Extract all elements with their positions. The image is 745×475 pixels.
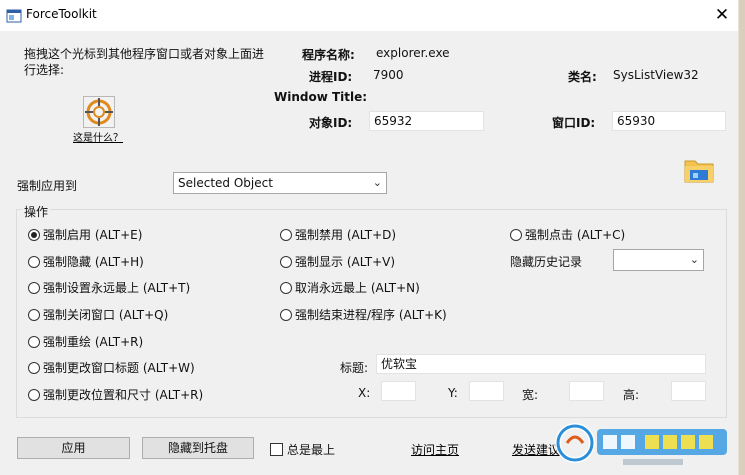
folder-icon[interactable]: [684, 157, 714, 183]
radio-force-redraw[interactable]: 强制重绘 (ALT+R): [28, 333, 143, 350]
title-input[interactable]: 优软宝: [376, 354, 706, 374]
window-title: ForceToolkit: [26, 7, 97, 21]
process-id-label: 进程ID:: [309, 70, 353, 84]
title-label: 标题:: [340, 361, 369, 375]
program-name-value: explorer.exe: [376, 46, 450, 60]
drag-instruction-text: 拖拽这个光标到其他程序窗口或者对象上面进行选择:: [24, 47, 265, 77]
crosshair-target-icon: [85, 98, 113, 126]
process-id-value: 7900: [373, 68, 404, 82]
program-name-label: 程序名称:: [302, 48, 355, 62]
hide-history-select[interactable]: ⌄: [613, 249, 704, 271]
site-watermark-logo: [555, 423, 727, 465]
apply-to-selected: Selected Object: [178, 176, 273, 190]
window-id-field[interactable]: 65930: [612, 111, 726, 131]
y-input[interactable]: [469, 381, 504, 401]
class-name-label: 类名:: [568, 70, 597, 84]
visit-homepage-link[interactable]: 访问主页: [411, 441, 459, 458]
width-input[interactable]: [569, 381, 604, 401]
window-id-label: 窗口ID:: [552, 116, 596, 130]
radio-force-change-title[interactable]: 强制更改窗口标题 (ALT+W): [28, 359, 195, 376]
radio-circle-selected: [28, 228, 40, 241]
operations-group-title: 操作: [22, 203, 51, 220]
width-label: 宽:: [522, 388, 539, 402]
crosshair-drag-handle[interactable]: [83, 96, 115, 128]
apply-to-select[interactable]: Selected Object ⌄: [173, 172, 387, 194]
object-id-label: 对象ID:: [309, 116, 353, 130]
radio-circle: [28, 361, 40, 374]
dialog-client-area: 拖拽这个光标到其他程序窗口或者对象上面进行选择: 这是什么？ 程序名称: exp…: [0, 31, 738, 475]
radio-force-disable[interactable]: 强制禁用 (ALT+D): [280, 226, 396, 243]
apply-to-label: 强制应用到: [17, 179, 78, 193]
always-on-top-checkbox[interactable]: 总是最上: [270, 441, 335, 458]
radio-force-kill-process[interactable]: 强制结束进程/程序 (ALT+K): [280, 306, 447, 323]
class-name-value: SysListView32: [613, 68, 699, 82]
forcetoolkit-window: ForceToolkit ✕ 拖拽这个光标到其他程序窗口或者对象上面进行选择: …: [0, 0, 738, 475]
title-bar[interactable]: ForceToolkit ✕: [0, 0, 738, 31]
chevron-down-icon: ⌄: [689, 253, 699, 266]
radio-force-show[interactable]: 强制显示 (ALT+V): [280, 253, 395, 270]
radio-circle: [510, 228, 522, 241]
radio-circle: [28, 388, 40, 401]
radio-force-hide[interactable]: 强制隐藏 (ALT+H): [28, 253, 144, 270]
window-title-label: Window Title:: [274, 90, 368, 104]
app-window-icon: [6, 9, 22, 23]
desktop-background-strip: [739, 0, 745, 475]
radio-force-click[interactable]: 强制点击 (ALT+C): [510, 226, 625, 243]
x-input[interactable]: [381, 381, 416, 401]
radio-force-close-window[interactable]: 强制关闭窗口 (ALT+Q): [28, 306, 168, 323]
apply-button[interactable]: 应用: [17, 437, 130, 459]
radio-cancel-always-on-top[interactable]: 取消永远最上 (ALT+N): [280, 279, 420, 296]
radio-circle: [28, 281, 40, 294]
radio-circle: [280, 255, 292, 268]
hide-history-label: 隐藏历史记录: [510, 255, 583, 269]
radio-circle: [28, 308, 40, 321]
object-id-field[interactable]: 65932: [369, 111, 484, 131]
checkbox-box: [270, 443, 283, 456]
height-input[interactable]: [671, 381, 706, 401]
radio-force-enable[interactable]: 强制启用 (ALT+E): [28, 226, 142, 243]
what-is-this-link[interactable]: 这是什么？: [73, 129, 123, 144]
height-label: 高:: [623, 388, 640, 402]
radio-circle: [280, 228, 292, 241]
y-label: Y:: [448, 386, 458, 400]
chevron-down-icon: ⌄: [372, 176, 382, 189]
close-button[interactable]: ✕: [706, 0, 738, 31]
radio-circle: [28, 255, 40, 268]
radio-circle: [280, 281, 292, 294]
hide-to-tray-button[interactable]: 隐藏到托盘: [142, 437, 254, 459]
radio-circle: [280, 308, 292, 321]
radio-circle: [28, 335, 40, 348]
radio-force-always-on-top[interactable]: 强制设置永远最上 (ALT+T): [28, 279, 190, 296]
x-label: X:: [358, 386, 371, 400]
radio-force-change-position[interactable]: 强制更改位置和尺寸 (ALT+R): [28, 386, 203, 403]
